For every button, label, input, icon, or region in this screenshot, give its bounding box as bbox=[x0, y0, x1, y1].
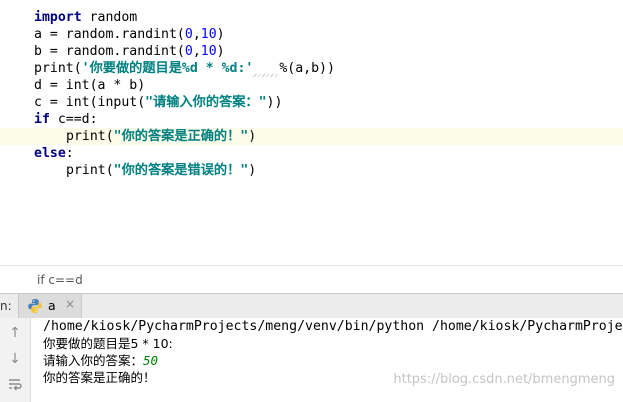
code-line-9: else: bbox=[34, 146, 74, 161]
run-tab-label: a bbox=[48, 298, 56, 313]
run-tab-a[interactable]: a × bbox=[18, 294, 82, 318]
close-icon[interactable]: × bbox=[65, 297, 75, 311]
code-line-8: print("你的答案是正确的！") bbox=[66, 129, 257, 144]
code-line-10: print("你的答案是错误的！") bbox=[66, 163, 257, 178]
console-user-input: 50 bbox=[143, 353, 159, 368]
code-line-2: a = random.randint(0,10) bbox=[34, 27, 225, 42]
code-line-4: print('你要做的题目是%d * %d:' %(a,b)) bbox=[34, 61, 335, 77]
code-line-5: d = int(a * b) bbox=[34, 78, 146, 93]
code-line-1: import random bbox=[34, 10, 138, 25]
code-line-6: c = int(input("请输入你的答案：")) bbox=[34, 95, 283, 110]
console-prompt-line: 请输入你的答案：50 bbox=[43, 353, 159, 368]
code-editor[interactable]: import random a = random.randint(0,10) b… bbox=[0, 0, 623, 265]
code-line-7: if c==d: bbox=[34, 112, 98, 127]
breadcrumb[interactable]: if c==d bbox=[37, 273, 83, 287]
console-question: 你要做的题目是5 * 10: bbox=[43, 336, 173, 351]
run-tool-window-header: n: a × bbox=[0, 293, 623, 319]
watermark: https://blog.csdn.net/bmengmeng bbox=[393, 372, 615, 387]
run-side-toolbar: ↑ ↓ bbox=[0, 318, 31, 402]
code-line-3: b = random.randint(0,10) bbox=[34, 44, 225, 59]
console-result: 你的答案是正确的！ bbox=[43, 370, 156, 385]
console-command: /home/kiosk/PycharmProjects/meng/venv/bi… bbox=[43, 319, 623, 334]
python-icon bbox=[28, 299, 42, 313]
run-panel-label: n: bbox=[0, 299, 12, 313]
breadcrumb-bar: if c==d bbox=[0, 265, 623, 294]
up-arrow-icon[interactable]: ↑ bbox=[7, 325, 23, 341]
pep8-warning-underline bbox=[253, 67, 280, 77]
run-console[interactable]: /home/kiosk/PycharmProjects/meng/venv/bi… bbox=[31, 318, 623, 402]
soft-wrap-icon[interactable] bbox=[7, 376, 23, 392]
down-arrow-icon[interactable]: ↓ bbox=[7, 351, 23, 367]
